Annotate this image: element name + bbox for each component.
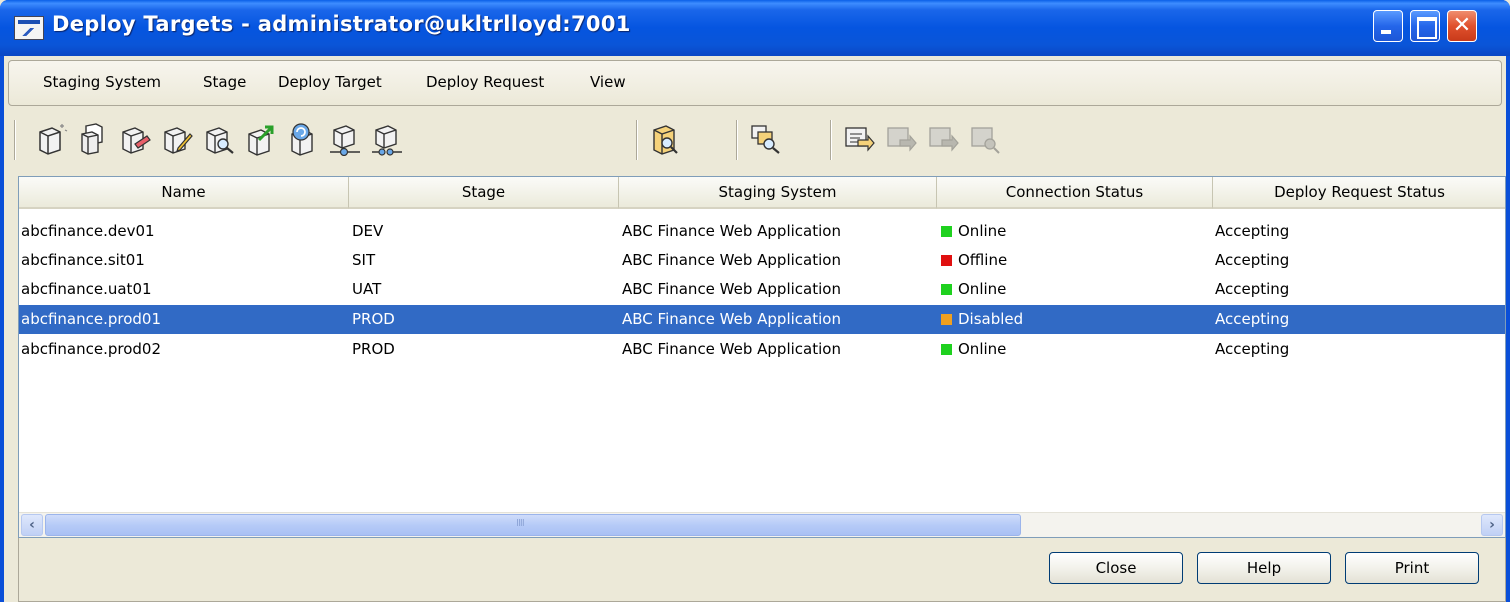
button-bar: Close Help Print: [18, 538, 1506, 602]
menu-staging-system[interactable]: Staging System: [43, 73, 161, 91]
column-header-staging-system[interactable]: Staging System: [619, 177, 937, 209]
close-button[interactable]: Close: [1049, 552, 1183, 584]
table-row[interactable]: abcfinance.uat01 UAT ABC Finance Web App…: [19, 275, 1505, 304]
toolbar: [8, 114, 1502, 170]
toolbar-separator: [736, 120, 738, 160]
cell-stage: SIT: [352, 251, 376, 269]
cell-connection-status: Online: [941, 217, 1006, 246]
cell-deploy-request-status: Accepting: [1215, 222, 1290, 240]
cell-name: abcfinance.uat01: [21, 280, 152, 298]
cell-connection-status: Online: [941, 335, 1006, 364]
status-indicator-icon: [941, 314, 952, 325]
cell-name: abcfinance.prod02: [21, 340, 162, 358]
title-bar[interactable]: Deploy Targets - administrator@ukltrlloy…: [0, 0, 1510, 56]
menu-bar: Staging System Stage Deploy Target Deplo…: [8, 60, 1502, 106]
table-row[interactable]: abcfinance.sit01 SIT ABC Finance Web App…: [19, 246, 1505, 275]
column-header-deploy-request-status[interactable]: Deploy Request Status: [1213, 177, 1505, 209]
new-target-icon[interactable]: [34, 122, 68, 156]
connection-status-text: Disabled: [958, 310, 1024, 328]
table-row[interactable]: abcfinance.dev01 DEV ABC Finance Web App…: [19, 217, 1505, 246]
column-header-connection-status[interactable]: Connection Status: [937, 177, 1213, 209]
cell-name: abcfinance.sit01: [21, 251, 145, 269]
connection-status-text: Online: [958, 340, 1007, 358]
connect-target-icon[interactable]: [328, 122, 362, 157]
column-header-stage[interactable]: Stage: [349, 177, 619, 209]
scroll-left-button[interactable]: ‹: [21, 514, 43, 536]
menu-deploy-request[interactable]: Deploy Request: [426, 73, 544, 91]
cell-connection-status: Online: [941, 275, 1006, 304]
connection-status-text: Offline: [958, 251, 1008, 269]
scroll-thumb[interactable]: [45, 514, 1021, 536]
menu-view[interactable]: View: [590, 73, 626, 91]
cell-deploy-request-status: Accepting: [1215, 310, 1290, 328]
print-button[interactable]: Print: [1345, 552, 1479, 584]
cell-name: abcfinance.dev01: [21, 222, 155, 240]
close-window-button[interactable]: ✕: [1447, 10, 1477, 42]
disconnect-target-icon[interactable]: [370, 122, 404, 156]
cell-stage: PROD: [352, 310, 395, 328]
maximize-button[interactable]: [1410, 10, 1440, 42]
find-staging-icon[interactable]: [748, 122, 782, 156]
deploy-request-disabled-icon: [884, 122, 918, 156]
deploy-request-disabled-icon: [968, 122, 1002, 156]
cell-staging-system: ABC Finance Web Application: [622, 340, 841, 358]
help-button[interactable]: Help: [1197, 552, 1331, 584]
refresh-target-icon[interactable]: [286, 122, 320, 156]
cell-name: abcfinance.prod01: [21, 310, 162, 328]
cell-deploy-request-status: Accepting: [1215, 340, 1290, 358]
table-header: Name Stage Staging System Connection Sta…: [19, 177, 1505, 209]
app-icon: [14, 16, 44, 40]
cell-deploy-request-status: Accepting: [1215, 251, 1290, 269]
status-indicator-icon: [941, 226, 952, 237]
table-row[interactable]: abcfinance.prod02 PROD ABC Finance Web A…: [19, 335, 1505, 364]
scroll-right-button[interactable]: ›: [1481, 514, 1503, 536]
menu-deploy-target[interactable]: Deploy Target: [278, 73, 382, 91]
cell-connection-status: Offline: [941, 246, 1007, 275]
column-header-name[interactable]: Name: [19, 177, 349, 209]
window-title: Deploy Targets - administrator@ukltrlloy…: [52, 12, 631, 36]
connection-status-text: Online: [958, 280, 1007, 298]
deploy-request-icon[interactable]: [842, 122, 876, 156]
cell-staging-system: ABC Finance Web Application: [622, 222, 841, 240]
export-target-icon[interactable]: [244, 122, 278, 156]
toolbar-separator: [830, 120, 832, 160]
cell-deploy-request-status: Accepting: [1215, 280, 1290, 298]
table-row-selected[interactable]: abcfinance.prod01 PROD ABC Finance Web A…: [19, 305, 1505, 334]
minimize-button[interactable]: [1373, 10, 1403, 42]
delete-target-icon[interactable]: [118, 122, 152, 156]
cell-stage: PROD: [352, 340, 395, 358]
menu-stage[interactable]: Stage: [203, 73, 246, 91]
cell-connection-status: Disabled: [941, 305, 1023, 334]
find-target-icon[interactable]: [202, 122, 236, 156]
deploy-targets-table[interactable]: Name Stage Staging System Connection Sta…: [18, 176, 1506, 538]
copy-target-icon[interactable]: [76, 122, 110, 156]
toolbar-separator: [14, 120, 16, 160]
status-indicator-icon: [941, 255, 952, 266]
status-indicator-icon: [941, 284, 952, 295]
toolbar-separator: [636, 120, 638, 160]
cell-staging-system: ABC Finance Web Application: [622, 310, 841, 328]
status-indicator-icon: [941, 344, 952, 355]
horizontal-scrollbar[interactable]: ‹ ›: [19, 512, 1505, 537]
cell-staging-system: ABC Finance Web Application: [622, 280, 841, 298]
edit-target-icon[interactable]: [160, 122, 194, 156]
search-folder-icon[interactable]: [648, 122, 682, 156]
cell-stage: UAT: [352, 280, 382, 298]
connection-status-text: Online: [958, 222, 1007, 240]
cell-staging-system: ABC Finance Web Application: [622, 251, 841, 269]
cell-stage: DEV: [352, 222, 384, 240]
deploy-request-disabled-icon: [926, 122, 960, 156]
close-icon: ✕: [1452, 13, 1472, 38]
